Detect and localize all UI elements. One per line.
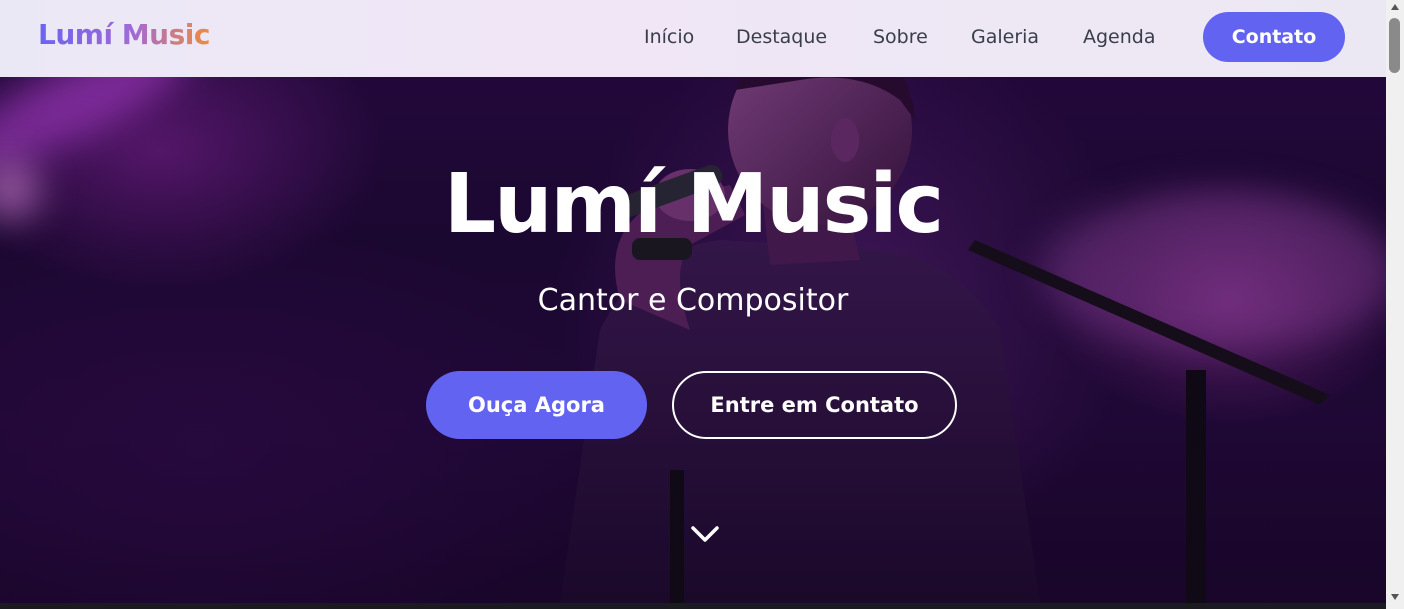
hero-title: Lumí Music [443,157,944,252]
nav-item-sobre[interactable]: Sobre [873,26,928,48]
get-in-touch-button[interactable]: Entre em Contato [672,371,957,439]
page-bottom-edge [0,603,1386,609]
scrollbar-thumb[interactable] [1389,18,1400,73]
hero-section: Lumí Music Cantor e Compositor Ouça Agor… [0,0,1386,603]
listen-now-button[interactable]: Ouça Agora [426,371,647,439]
vertical-scrollbar[interactable] [1386,0,1404,609]
contact-button[interactable]: Contato [1203,12,1345,62]
site-header: Lumí Music Início Destaque Sobre Galeria… [0,0,1386,77]
nav-item-inicio[interactable]: Início [644,26,694,48]
nav-item-galeria[interactable]: Galeria [971,26,1039,48]
hero-subtitle: Cantor e Compositor [537,283,849,318]
main-nav: Início Destaque Sobre Galeria Agenda [0,0,1386,77]
nav-item-agenda[interactable]: Agenda [1083,26,1156,48]
page: Lumí Music Cantor e Compositor Ouça Agor… [0,0,1404,609]
scroll-down-arrow-icon[interactable] [1390,592,1400,602]
chevron-down-icon[interactable] [690,522,720,546]
scroll-up-arrow-icon[interactable] [1390,2,1400,12]
nav-item-destaque[interactable]: Destaque [736,26,827,48]
